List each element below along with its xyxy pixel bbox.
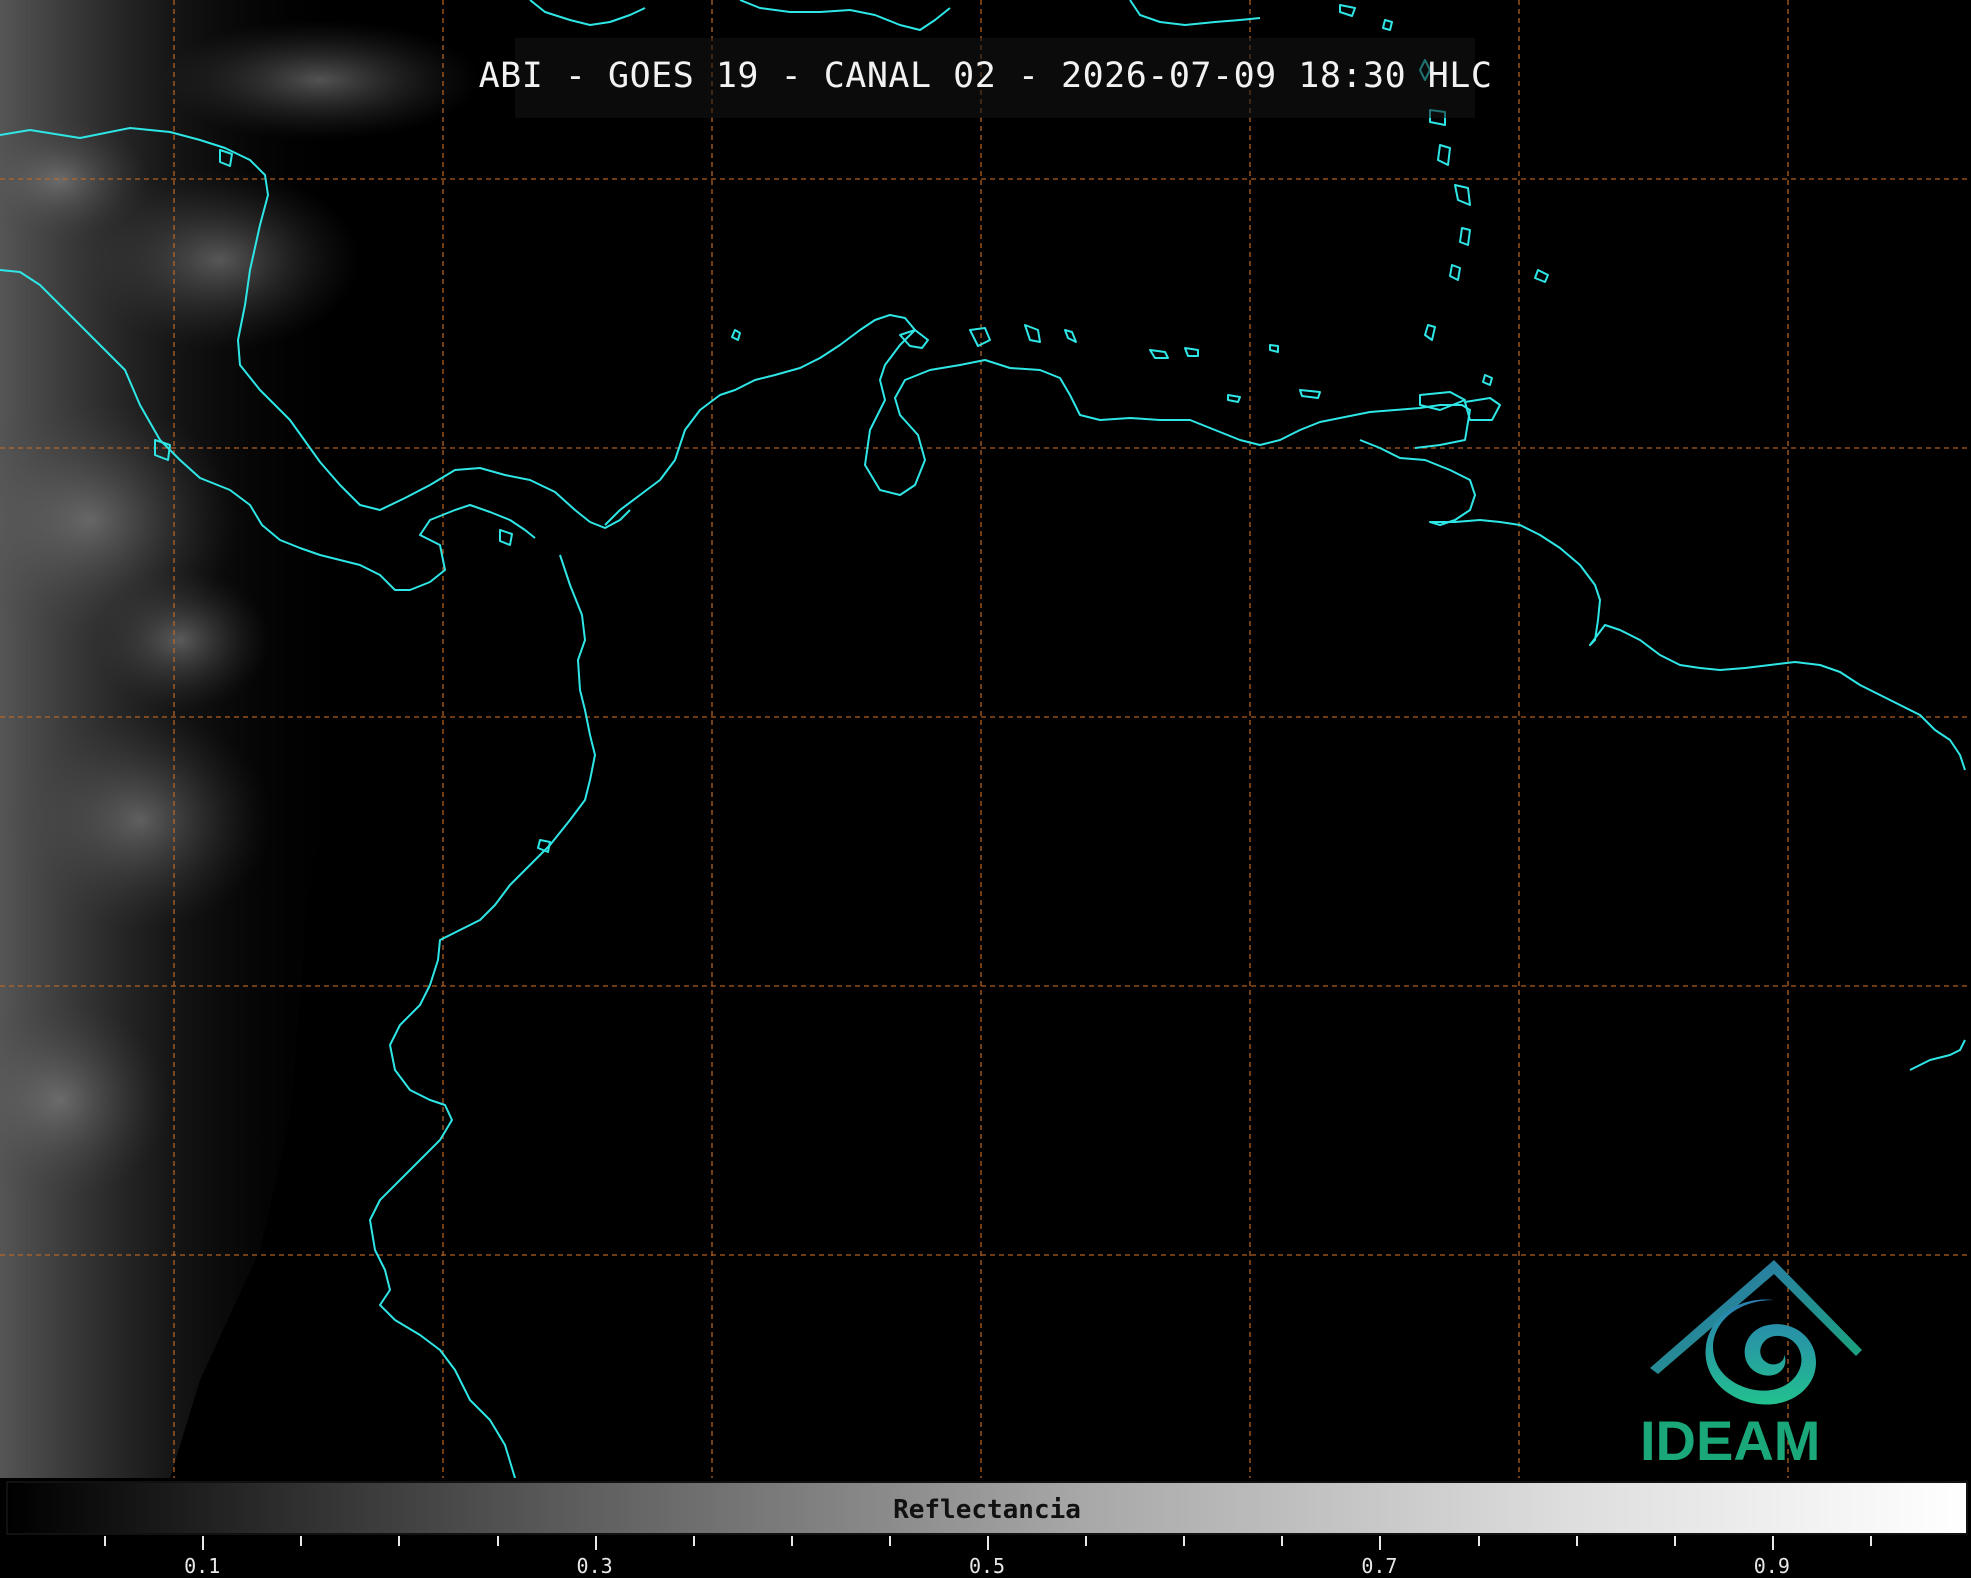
colorbar-tick [1281,1536,1284,1546]
colorbar-tick [790,1536,793,1546]
colorbar-tick [496,1536,499,1546]
logo-text: IDEAM [1640,1409,1821,1472]
colorbar-tick [692,1536,695,1546]
map-title: ABI - GOES 19 - CANAL 02 - 2026-07-09 18… [478,56,1493,96]
colorbar-tick [202,1536,205,1550]
colorbar-tick-label: 0.3 [576,1554,613,1578]
colorbar-tick [987,1536,989,1550]
colorbar-tick [398,1536,401,1546]
colorbar-tick-label: 0.1 [184,1554,221,1578]
colorbar-tick [888,1536,891,1546]
colorbar-tick-label: 0.7 [1361,1554,1398,1578]
colorbar-tick [300,1536,303,1546]
colorbar-tick [1673,1536,1676,1546]
logo-mark-icon [1650,1260,1862,1405]
colorbar-tick [1575,1536,1578,1546]
colorbar-tick [1477,1536,1480,1546]
colorbar-tick-label: 0.9 [1753,1554,1790,1578]
colorbar-ticks: 0.1 0.3 0.5 0.7 0.9 [0,1536,1971,1578]
colorbar-tick [1183,1536,1186,1546]
colorbar-tick [1085,1536,1088,1546]
colorbar: Reflectancia [6,1481,1968,1535]
colorbar-tick [1379,1536,1382,1550]
colorbar-tick [594,1536,597,1550]
colorbar-tick [104,1536,107,1546]
colorbar-tick [1771,1536,1774,1550]
colorbar-label: Reflectancia [893,1495,1081,1525]
colorbar-tick [1869,1536,1872,1546]
ideam-logo: IDEAM [1640,1250,1880,1480]
colorbar-tick-label: 0.5 [968,1554,1006,1578]
